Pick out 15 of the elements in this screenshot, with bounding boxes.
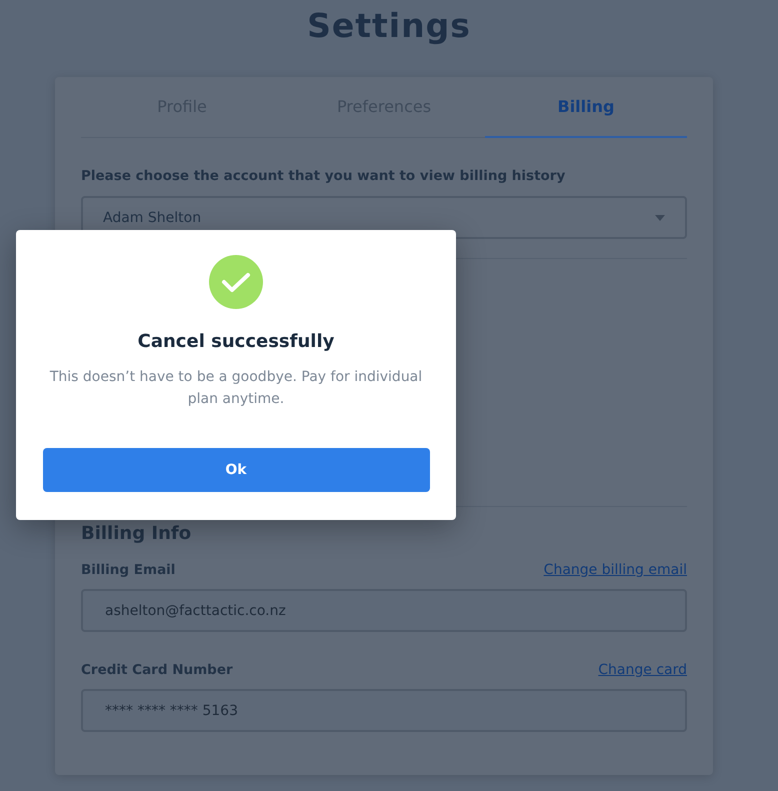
account-label: Please choose the account that you want to view billing history <box>81 168 566 184</box>
section-heading: Billing Info <box>81 523 192 544</box>
caret-icon <box>655 214 665 220</box>
input-field[interactable]: **** **** **** 5163 <box>81 689 687 732</box>
dialog-message: This doesn’t have to be a goodbye. Pay for individual plan anytime. <box>48 368 424 409</box>
field-label: Billing Email <box>81 562 176 578</box>
ok-button[interactable]: Ok <box>42 448 430 492</box>
tab[interactable]: Billing <box>485 77 687 138</box>
change-link[interactable]: Change billing email <box>544 562 687 578</box>
field-label: Credit Card Number <box>81 662 233 678</box>
change-link[interactable]: Change card <box>598 662 687 678</box>
input-field[interactable]: ashelton@facttactic.co.nz <box>81 589 687 632</box>
page-title: Settings <box>306 5 472 47</box>
dialog-title: Cancel successfully <box>138 331 334 352</box>
check-icon <box>209 255 263 309</box>
